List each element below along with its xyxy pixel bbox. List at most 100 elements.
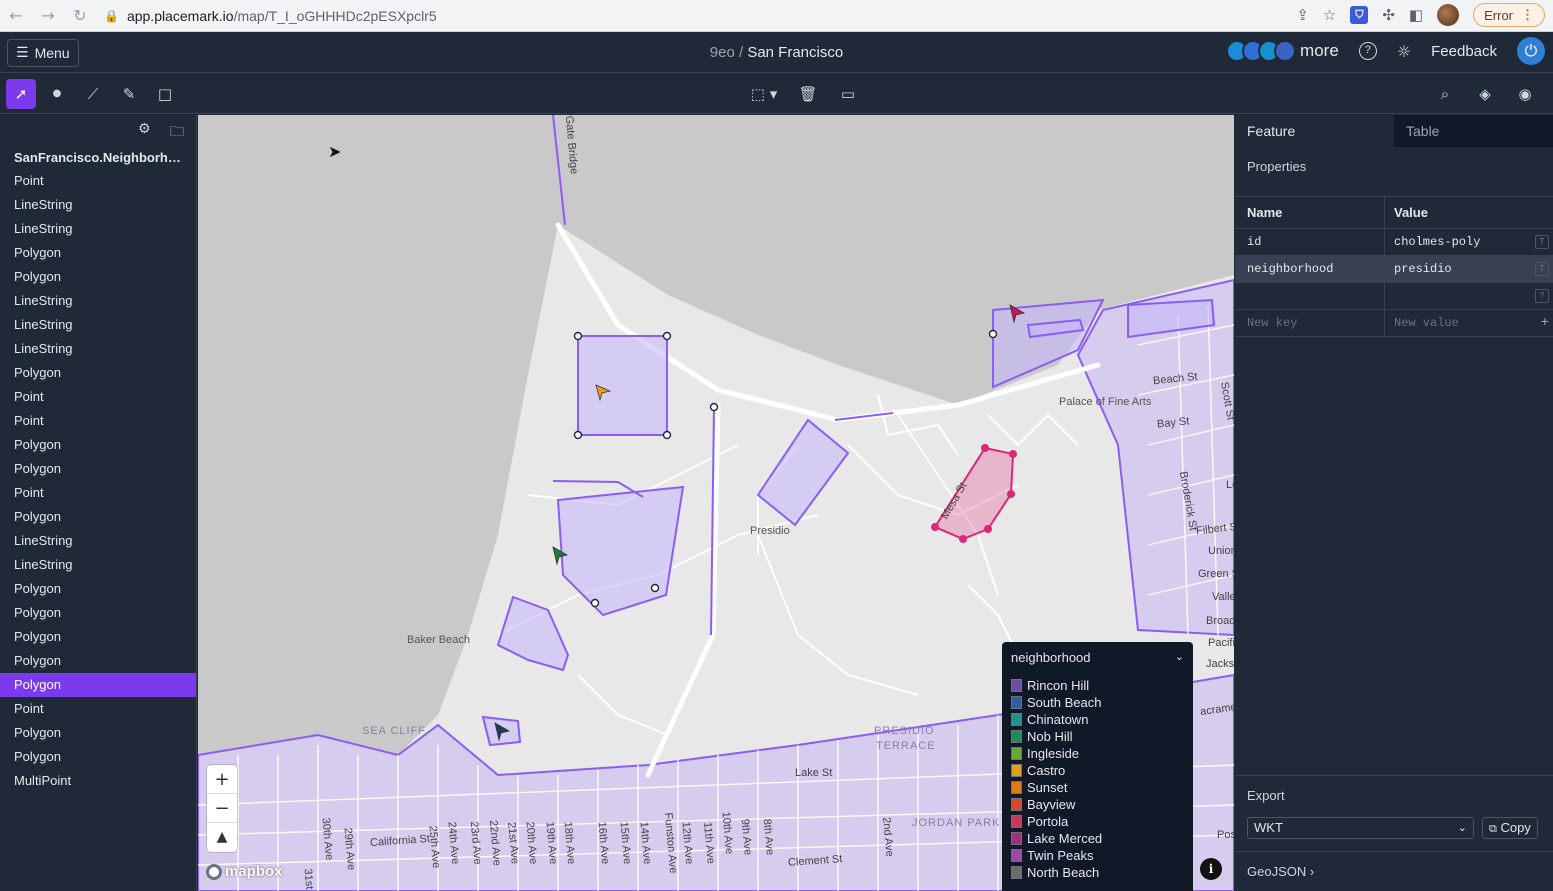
sidebar-feature-item[interactable]: Polygon — [0, 649, 196, 673]
map-label: 31st — [301, 868, 316, 890]
legend-swatch — [1011, 781, 1022, 794]
sidebar-feature-item[interactable]: Point — [0, 697, 196, 721]
trash-icon[interactable]: 🗑 — [793, 79, 823, 109]
property-key[interactable]: id — [1235, 229, 1385, 255]
zoom-out-icon[interactable]: − — [207, 794, 237, 823]
map-label: Union — [1208, 545, 1234, 557]
info-icon[interactable]: i — [1200, 858, 1222, 880]
back-icon[interactable]: ← — [0, 6, 32, 25]
sidebar-feature-item[interactable]: Point — [0, 481, 196, 505]
legend-swatch — [1011, 866, 1022, 879]
share-icon[interactable]: ⇪ — [1296, 6, 1309, 24]
point-tool-icon[interactable]: ● — [42, 79, 72, 109]
sidebar-feature-item[interactable]: Point — [0, 385, 196, 409]
sidebar-feature-item[interactable]: Point — [0, 169, 196, 193]
forward-icon[interactable]: → — [32, 6, 64, 25]
new-key-input[interactable]: New key — [1247, 316, 1297, 330]
more-collaborators-label: more — [1300, 41, 1339, 60]
sidebar-feature-item[interactable]: Polygon — [0, 457, 196, 481]
select-mode-dropdown-icon[interactable]: ⬚ ▾ — [746, 79, 782, 109]
sidebar-feature-item[interactable]: LineString — [0, 289, 196, 313]
property-key[interactable] — [1235, 283, 1385, 309]
layers-icon[interactable]: ◈ — [1470, 79, 1500, 109]
lock-icon[interactable]: 🔒 — [104, 9, 119, 23]
power-icon[interactable]: ⏻ — [1517, 37, 1545, 65]
breadcrumb-map-name[interactable]: San Francisco — [747, 44, 843, 61]
gear-icon[interactable]: ⚙ — [138, 121, 151, 137]
bitwarden-icon[interactable]: ⛉ — [1350, 6, 1369, 24]
sidebar-feature-item[interactable]: Polygon — [0, 265, 196, 289]
sidebar-feature-item[interactable]: LineString — [0, 193, 196, 217]
export-format-select[interactable]: WKT ⌄ — [1247, 817, 1474, 839]
sidepanel-icon[interactable]: ◧ — [1409, 6, 1423, 24]
sidebar-feature-item[interactable]: LineString — [0, 337, 196, 361]
error-button[interactable]: Error ⋮ — [1473, 3, 1545, 27]
property-key[interactable]: neighborhood — [1235, 256, 1385, 282]
sidebar-feature-item[interactable]: LineString — [0, 217, 196, 241]
map-label: Green St — [1198, 568, 1234, 580]
browser-toolbar: ← → ↻ 🔒 app.placemark.io/map/T_I_oGHHHDc… — [0, 0, 1553, 32]
copy-button[interactable]: ⧉ Copy — [1482, 817, 1538, 839]
sidebar-feature-item[interactable]: MultiPoint — [0, 769, 196, 793]
folder-add-icon[interactable]: 🗀 — [170, 121, 184, 145]
map-label: JORDAN PARK — [912, 817, 1001, 829]
line-tool-icon[interactable]: ⟋ — [78, 79, 108, 109]
legend-item: Sunset — [1011, 779, 1184, 796]
legend-header[interactable]: neighborhood ⌄ — [1011, 650, 1184, 665]
legend-item: Portola — [1011, 813, 1184, 830]
zoom-in-icon[interactable]: + — [207, 765, 237, 794]
sidebar-feature-item[interactable]: Polygon — [0, 721, 196, 745]
search-icon[interactable]: ⌕ — [1430, 79, 1460, 109]
type-icon[interactable]: T — [1535, 262, 1549, 276]
sidebar-feature-item[interactable]: Polygon — [0, 745, 196, 769]
rectangle-tool-icon[interactable]: □ — [150, 79, 180, 109]
chevron-down-icon: ⌄ — [1457, 821, 1467, 834]
polygon-tool-icon[interactable]: ✎ — [114, 79, 144, 109]
sidebar-feature-item[interactable]: LineString — [0, 529, 196, 553]
sidebar-feature-item[interactable]: LineString — [0, 313, 196, 337]
geojson-toggle[interactable]: GeoJSON › — [1235, 851, 1553, 891]
property-value[interactable]: presidio — [1385, 256, 1553, 282]
map-canvas[interactable]: Palace of Fine Arts Presidio Baker Beach… — [198, 115, 1234, 891]
type-icon[interactable]: T — [1535, 235, 1549, 249]
tab-table[interactable]: Table — [1394, 115, 1553, 147]
theme-icon[interactable]: ☼ — [1397, 42, 1411, 61]
measure-icon[interactable]: ▭ — [833, 79, 863, 109]
address-bar[interactable]: app.placemark.io/map/T_I_oGHHHDc2pESXpcl… — [127, 8, 437, 24]
sidebar-feature-item[interactable]: LineString — [0, 553, 196, 577]
profile-avatar[interactable] — [1437, 4, 1460, 26]
new-value-input[interactable]: New value — [1394, 316, 1459, 330]
chevron-down-icon[interactable]: ⌄ — [1175, 650, 1184, 665]
table-header: Name Value — [1235, 197, 1553, 229]
sidebar-feature-item[interactable]: Point — [0, 409, 196, 433]
legend-item: Chinatown — [1011, 711, 1184, 728]
sidebar-feature-item[interactable]: Polygon — [0, 361, 196, 385]
sidebar-feature-item[interactable]: Polygon — [0, 625, 196, 649]
property-value[interactable] — [1385, 283, 1553, 309]
legend-label: South Beach — [1027, 695, 1102, 710]
breadcrumb-org[interactable]: 9eo — [710, 44, 735, 61]
select-tool-icon[interactable]: ➚ — [6, 79, 36, 109]
sidebar-feature-item[interactable]: Polygon — [0, 601, 196, 625]
compass-icon[interactable]: ▲ — [207, 823, 237, 852]
property-value[interactable]: cholmes-poly — [1385, 229, 1553, 255]
sidebar-feature-item[interactable]: Polygon — [0, 577, 196, 601]
reload-icon[interactable]: ↻ — [64, 6, 96, 25]
add-property-icon[interactable]: + — [1541, 310, 1549, 337]
map-label: Lo — [1226, 479, 1234, 491]
star-icon[interactable]: ☆ — [1323, 6, 1336, 24]
sidebar-feature-item[interactable]: Polygon — [0, 433, 196, 457]
sidebar-feature-item[interactable]: Polygon — [0, 241, 196, 265]
type-icon[interactable]: ? — [1535, 289, 1549, 303]
eye-icon[interactable]: ◉ — [1510, 79, 1540, 109]
legend-swatch — [1011, 730, 1022, 743]
feedback-button[interactable]: Feedback — [1431, 43, 1497, 60]
extensions-icon[interactable]: ✣ — [1382, 6, 1395, 24]
help-icon[interactable]: ? — [1358, 42, 1377, 60]
layer-title[interactable]: SanFrancisco.Neighborhood... — [0, 145, 196, 169]
collaborator-avatars[interactable]: more — [1226, 40, 1339, 62]
legend-item: Castro — [1011, 762, 1184, 779]
sidebar-feature-item[interactable]: Polygon — [0, 673, 196, 697]
tab-feature[interactable]: Feature — [1235, 115, 1394, 147]
sidebar-feature-item[interactable]: Polygon — [0, 505, 196, 529]
